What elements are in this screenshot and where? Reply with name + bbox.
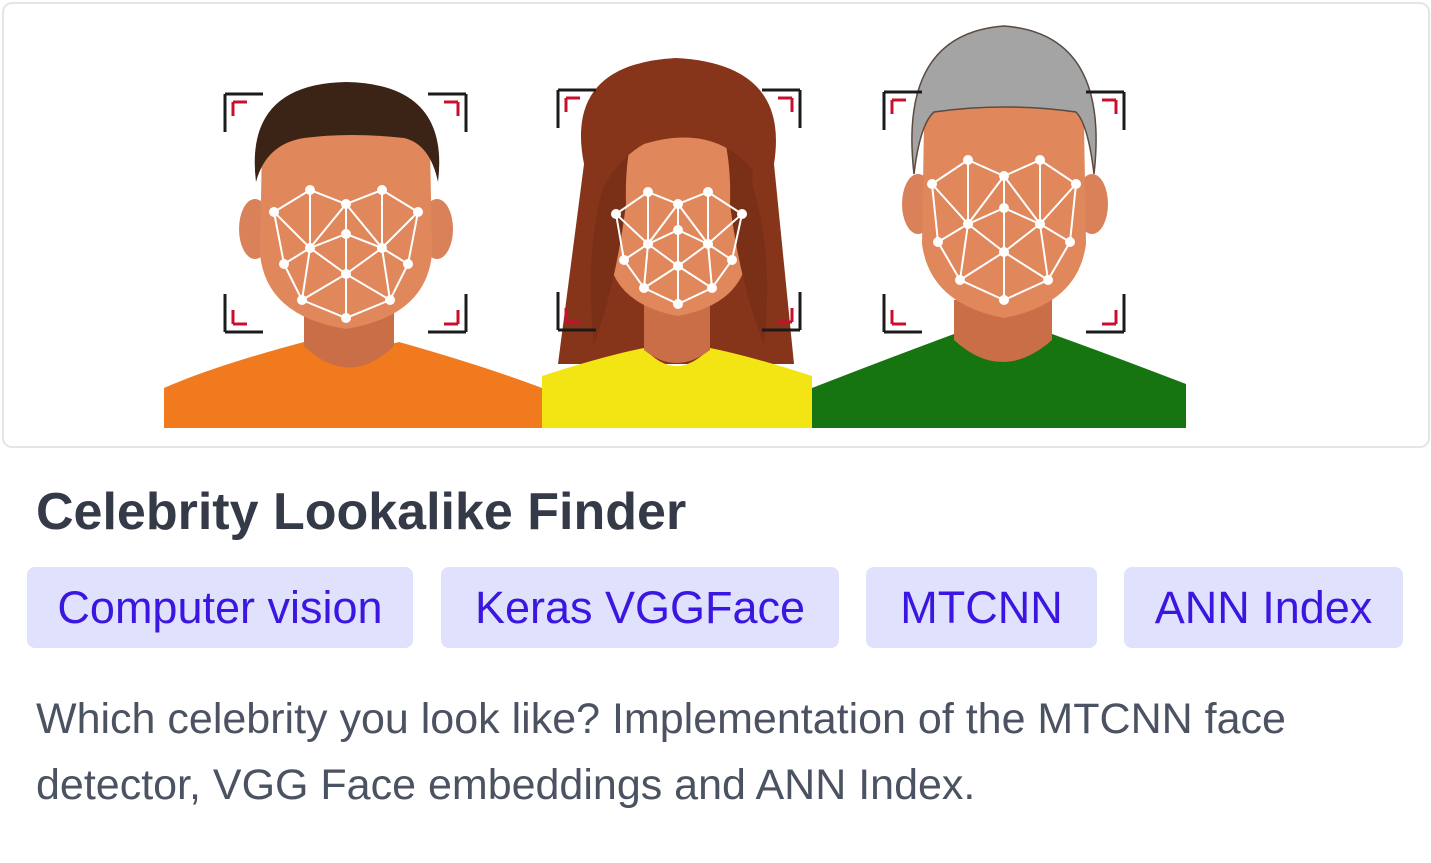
card-title[interactable]: Celebrity Lookalike Finder — [36, 476, 686, 548]
person-man-grey-hair — [812, 25, 1186, 428]
card-description: Which celebrity you look like? Implement… — [36, 695, 1286, 809]
card-image — [2, 2, 1430, 448]
tag-ann-index[interactable]: ANN Index — [1124, 567, 1403, 648]
tag-computer-vision[interactable]: Computer vision — [27, 567, 413, 648]
person-man-dark-hair — [164, 82, 542, 428]
tag-keras-vggface[interactable]: Keras VGGFace — [441, 567, 839, 648]
project-card[interactable]: Celebrity Lookalike Finder Computer visi… — [0, 0, 1431, 863]
person-woman-red-hair — [542, 58, 812, 428]
face-recognition-illustration — [164, 25, 1186, 428]
tag-mtcnn[interactable]: MTCNN — [866, 567, 1097, 648]
